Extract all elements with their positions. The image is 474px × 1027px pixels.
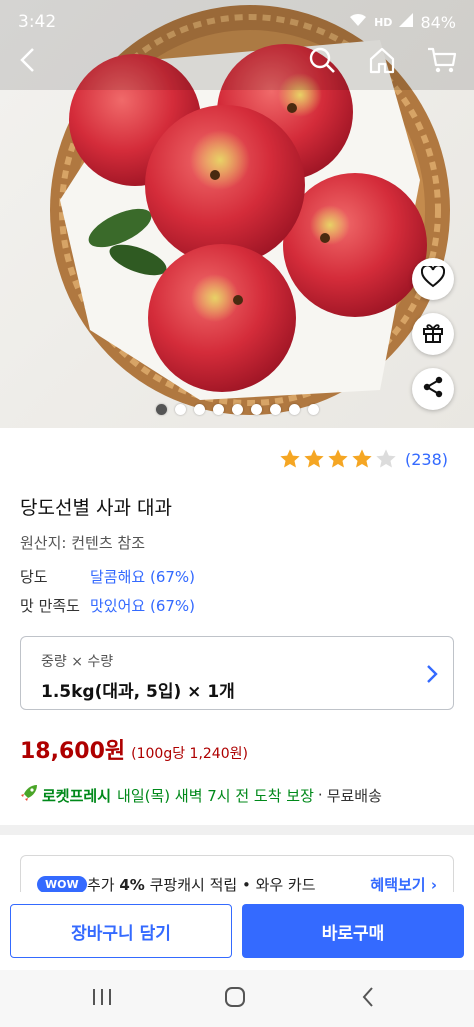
section-divider xyxy=(0,825,474,835)
bottom-action-bar: 장바구니 담기 바로구매 xyxy=(0,892,474,968)
gallery-dot[interactable] xyxy=(212,404,224,415)
chevron-right-icon xyxy=(425,663,439,689)
wifi-icon xyxy=(348,12,368,32)
price-section: 18,600원 (100g당 1,240원) xyxy=(20,733,248,765)
back-button[interactable] xyxy=(10,44,46,80)
home-system-button[interactable] xyxy=(215,984,255,1014)
gallery-dot[interactable] xyxy=(231,404,243,415)
cart-icon xyxy=(427,46,457,78)
signal-icon xyxy=(398,12,414,32)
star-filled-icon xyxy=(304,449,324,468)
attribute-taste: 맛 만족도 맛있어요 (67%) xyxy=(20,595,195,616)
heart-icon xyxy=(420,264,446,292)
rating-stars xyxy=(279,448,397,470)
status-icons: HD 84% xyxy=(348,12,456,32)
status-bar: 3:42 HD 84% xyxy=(0,0,474,44)
system-nav-bar xyxy=(0,970,474,1027)
attribute-key: 맛 만족도 xyxy=(20,597,80,615)
rocket-icon xyxy=(20,784,38,806)
add-to-cart-button[interactable]: 장바구니 담기 xyxy=(10,904,232,958)
gift-icon xyxy=(421,320,445,348)
product-title: 당도선별 사과 대과 xyxy=(20,497,172,519)
share-icon xyxy=(421,375,445,403)
cart-button[interactable] xyxy=(424,44,460,80)
attribute-value: 달콤해요 (67%) xyxy=(90,568,196,586)
attribute-sweetness: 당도 달콤해요 (67%) xyxy=(20,566,195,587)
home-button[interactable] xyxy=(364,44,400,80)
recent-apps-icon xyxy=(91,987,113,1011)
gallery-dot[interactable] xyxy=(307,404,319,415)
gallery-dot[interactable] xyxy=(155,404,167,415)
back-arrow-icon xyxy=(18,47,38,77)
star-filled-icon xyxy=(352,449,372,468)
network-label: HD xyxy=(374,15,393,29)
product-origin: 원산지: 컨텐츠 참조 xyxy=(20,534,145,552)
search-button[interactable] xyxy=(304,44,340,80)
option-label: 중량 × 수량 xyxy=(41,654,114,670)
star-filled-icon xyxy=(328,449,348,468)
option-selector[interactable]: 중량 × 수량 1.5kg(대과, 5입) × 1개 xyxy=(20,636,454,710)
delivery-separator: · xyxy=(317,786,323,804)
home-circle-icon xyxy=(224,986,246,1012)
price-amount: 18,600원 xyxy=(20,739,126,764)
delivery-schedule: 내일(목) 새벽 7시 전 도착 보장 xyxy=(117,786,314,805)
review-count[interactable]: (238) xyxy=(405,450,448,469)
top-bar xyxy=(0,40,474,84)
home-icon xyxy=(368,46,396,78)
buy-now-button[interactable]: 바로구매 xyxy=(242,904,464,958)
star-filled-icon xyxy=(280,449,300,468)
recent-apps-button[interactable] xyxy=(82,984,122,1014)
gallery-pagination[interactable] xyxy=(0,404,474,415)
free-shipping: 무료배송 xyxy=(326,786,382,805)
option-value: 1.5kg(대과, 5입) × 1개 xyxy=(41,682,235,702)
back-chevron-icon xyxy=(361,986,375,1012)
battery-text: 84% xyxy=(420,12,456,32)
gallery-dot[interactable] xyxy=(250,404,262,415)
gallery-dot[interactable] xyxy=(269,404,281,415)
gallery-dot[interactable] xyxy=(193,404,205,415)
attribute-key: 당도 xyxy=(20,568,48,586)
search-icon xyxy=(308,46,336,78)
unit-price: (100g당 1,240원) xyxy=(131,746,248,762)
wow-badge: WOW xyxy=(37,876,87,893)
delivery-info: 로켓프레시 내일(목) 새벽 7시 전 도착 보장 · 무료배송 xyxy=(20,784,382,806)
attribute-value: 맛있어요 (67%) xyxy=(90,597,196,615)
star-empty-icon xyxy=(376,449,396,468)
gift-button[interactable] xyxy=(412,313,454,355)
rocket-fresh-label: 로켓프레시 xyxy=(42,786,112,805)
gallery-dot[interactable] xyxy=(288,404,300,415)
product-image-gallery[interactable]: 3:42 HD 84% xyxy=(0,0,474,428)
product-rating[interactable]: (238) xyxy=(279,448,448,470)
wishlist-button[interactable] xyxy=(412,258,454,300)
status-time: 3:42 xyxy=(18,12,57,32)
gallery-dot[interactable] xyxy=(174,404,186,415)
system-back-button[interactable] xyxy=(348,984,388,1014)
